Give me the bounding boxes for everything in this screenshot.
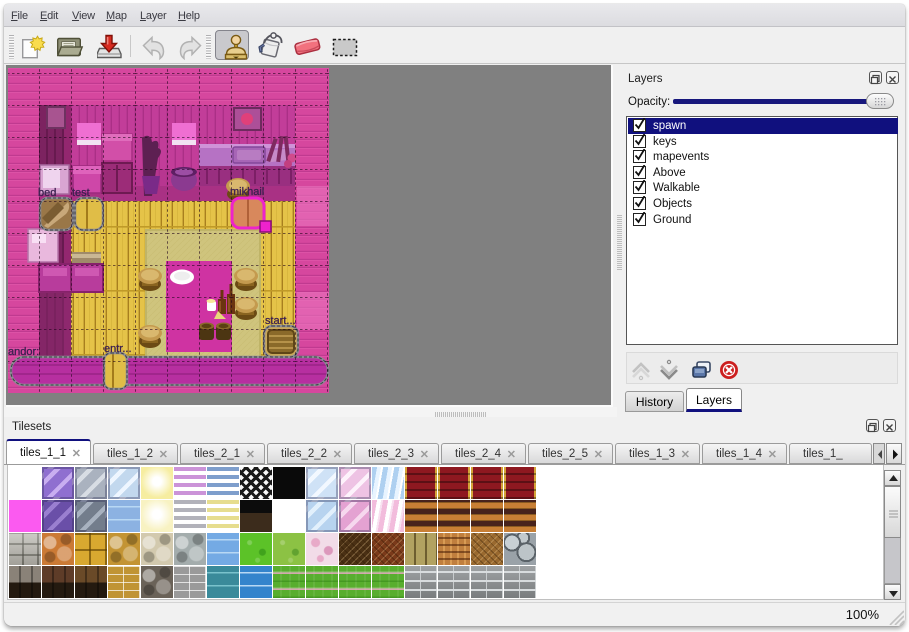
svg-text:test: test <box>72 187 90 199</box>
svg-text:bed: bed <box>38 187 56 199</box>
svg-text:entr...: entr... <box>104 343 132 355</box>
svg-text:start...: start... <box>265 315 296 327</box>
svg-text:andor:: andor: <box>8 346 39 358</box>
svg-text:mikhail: mikhail <box>230 186 264 198</box>
